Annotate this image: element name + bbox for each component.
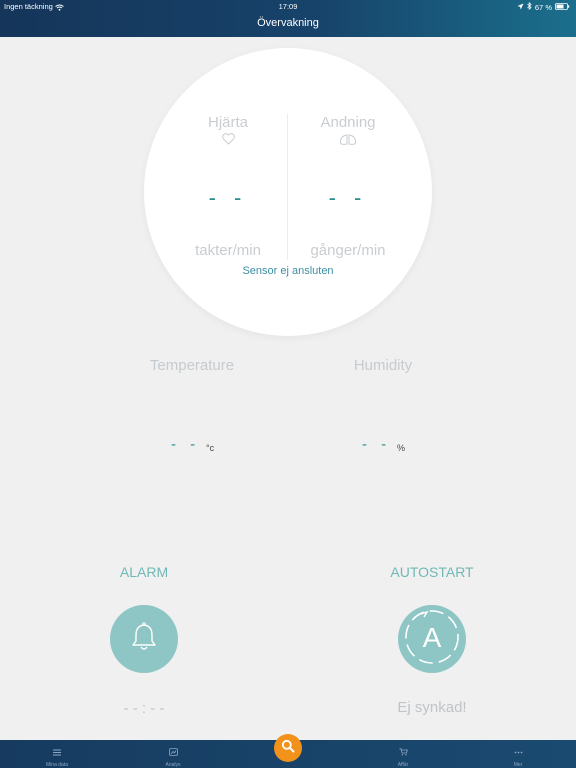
tab-more[interactable]: Mer [483, 743, 553, 768]
alarm-button[interactable] [110, 605, 178, 673]
sensor-status-link[interactable]: Sensor ej ansluten [144, 265, 432, 277]
page-title: Övervakning [257, 17, 319, 29]
heart-label: Hjärta [207, 114, 248, 131]
heart-icon [158, 133, 298, 145]
tab-shop-label: Affär [397, 762, 409, 768]
search-icon [281, 739, 295, 758]
autostart-letter: A [423, 622, 442, 653]
alarm-title: ALARM [119, 564, 169, 580]
humidity-value: - - [362, 436, 392, 453]
list-icon [53, 743, 61, 760]
breathing-rate-unit: gånger/min [310, 242, 386, 259]
clock: 17:09 [278, 2, 298, 11]
location-arrow-icon [517, 3, 524, 12]
battery-percent: 67 % [534, 2, 552, 12]
navigation-header: Ingen täckning 17:09 67 % Övervakning [0, 0, 576, 37]
tab-my-data-label: Mina data [46, 762, 68, 768]
more-icon [514, 743, 523, 760]
humidity-unit: % [397, 443, 406, 453]
vitals-panel: Hjärta - - takter/min Andning - - gånger… [144, 48, 432, 336]
bell-icon [129, 621, 159, 658]
tab-my-data[interactable]: Mina data [22, 743, 92, 768]
tab-analysis-label: Analys [165, 762, 181, 768]
chart-icon [168, 743, 178, 760]
temperature-unit: °c [206, 443, 215, 453]
breathing-rate-value: - - [328, 185, 368, 210]
breathing-label: Andning [320, 114, 376, 131]
autostart-title: AUTOSTART [390, 564, 474, 580]
humidity-label: Humidity [353, 357, 413, 374]
bluetooth-icon [527, 1, 532, 12]
lungs-icon [278, 134, 418, 146]
alarm-time: - - : - - [123, 700, 165, 717]
temperature-label: Temperature [149, 357, 235, 374]
search-button[interactable] [274, 734, 302, 762]
tab-more-label: Mer [513, 762, 523, 768]
autostart-icon: A [401, 606, 463, 673]
tab-shop[interactable]: Affär [368, 743, 438, 768]
tab-analysis[interactable]: Analys [138, 743, 208, 768]
battery-icon [555, 2, 570, 12]
heart-rate-unit: takter/min [195, 242, 261, 259]
sync-status: Ej synkad! [397, 699, 467, 716]
heart-rate-value: - - [208, 185, 248, 210]
cart-icon [399, 743, 408, 760]
system-status: 67 % [517, 1, 570, 12]
temperature-value: - - [171, 436, 201, 453]
autostart-button[interactable]: A [398, 605, 466, 673]
